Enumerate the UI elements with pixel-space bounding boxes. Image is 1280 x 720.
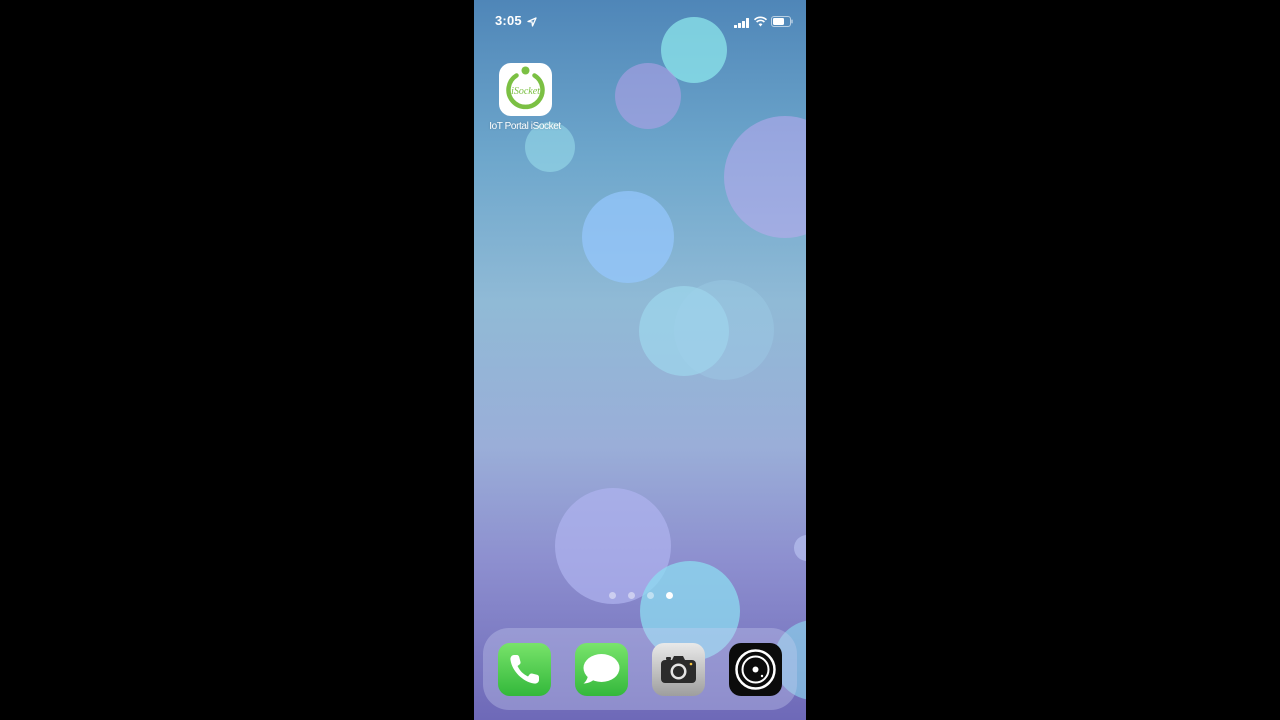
watch-app-icon [735,649,776,690]
app-iot-portal-isocket[interactable]: iSocket IoT Portal iSocket [484,63,566,132]
dock-app-messages[interactable] [575,643,628,696]
cellular-signal-icon [734,15,750,28]
dock-app-watch[interactable] [729,643,782,696]
wallpaper-bubble [674,280,774,380]
page-dot [647,591,654,599]
dock-app-phone[interactable] [498,643,551,696]
iphone-home-screen: 3:05 iSocket IoT Portal iSocket [474,0,806,720]
wallpaper-bubble [794,535,806,561]
camera-icon [661,656,696,683]
screen-frame: 3:05 iSocket IoT Portal iSocket [0,0,1280,720]
wallpaper-bubble [615,63,681,129]
dock [483,628,797,710]
dock-app-camera[interactable] [652,643,705,696]
page-dot-active [666,591,673,599]
wallpaper-bubble [724,116,806,238]
page-dot [628,591,635,599]
wifi-icon [753,14,768,27]
phone-icon [510,655,539,684]
status-time: 3:05 [495,13,522,28]
messages-icon [583,654,620,684]
isocket-power-icon: iSocket [498,63,552,116]
app-label: IoT Portal iSocket [489,121,561,132]
status-bar: 3:05 [474,0,806,40]
page-dot [609,591,616,599]
page-indicator[interactable] [609,590,673,600]
app-icon-text: iSocket [511,86,540,97]
location-arrow-icon [527,14,537,27]
battery-icon [771,14,793,27]
wallpaper-bubble [582,191,674,283]
